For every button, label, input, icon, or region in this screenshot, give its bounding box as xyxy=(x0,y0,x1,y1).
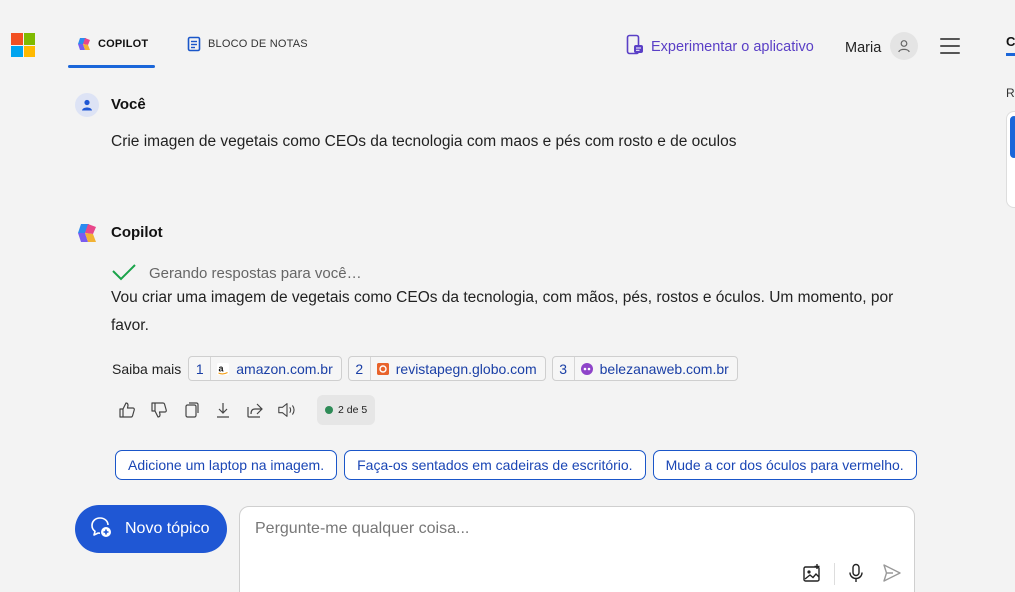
source-link-3[interactable]: 3 belezanaweb.com.br xyxy=(551,356,738,381)
menu-line xyxy=(940,45,960,47)
new-chat-icon xyxy=(89,515,113,544)
side-panel-card-accent xyxy=(1010,116,1015,158)
share-icon[interactable] xyxy=(245,396,265,424)
generation-status-text: Gerando respostas para você… xyxy=(149,264,362,282)
phone-chat-icon xyxy=(626,34,644,60)
pegn-favicon xyxy=(376,362,389,375)
tab-copilot[interactable]: COPILOT xyxy=(76,38,148,68)
source-link-2[interactable]: 2 revistapegn.globo.com xyxy=(347,356,546,381)
person-icon xyxy=(898,40,910,53)
composer-divider xyxy=(834,563,835,585)
microsoft-logo[interactable] xyxy=(11,33,35,57)
copilot-message-text: Vou criar uma imagem de vegetais como CE… xyxy=(111,289,894,334)
side-panel-tab[interactable]: C xyxy=(1006,34,1015,49)
source-domain: amazon.com.br xyxy=(236,360,333,377)
generation-status: Gerando respostas para você… xyxy=(111,260,362,286)
tab-notebook[interactable]: BLOCO DE NOTAS xyxy=(186,36,308,68)
suggestion-chips: Adicione um laptop na imagem. Faça-os se… xyxy=(115,450,917,480)
suggestion-chip[interactable]: Adicione um laptop na imagem. xyxy=(115,450,338,480)
microphone-icon[interactable] xyxy=(845,562,867,584)
side-panel-tab-indicator xyxy=(1006,53,1015,56)
source-domain: revistapegn.globo.com xyxy=(395,360,537,377)
copilot-icon xyxy=(76,36,92,52)
side-panel-subtitle: R xyxy=(1006,86,1015,100)
tab-copilot-label: COPILOT xyxy=(98,38,149,50)
user-avatar xyxy=(75,93,99,117)
chat-input[interactable] xyxy=(255,520,815,546)
new-topic-button[interactable]: Novo tópico xyxy=(75,505,227,553)
user-message-text: Crie imagen de vegetais como CEOs da tec… xyxy=(111,133,737,150)
try-app-link[interactable]: Experimentar o aplicativo xyxy=(626,34,814,60)
thumbs-down-icon[interactable] xyxy=(149,396,169,424)
amazon-favicon: a xyxy=(217,362,230,375)
suggestion-chip[interactable]: Faça-os sentados em cadeiras de escritór… xyxy=(344,450,646,480)
menu-line xyxy=(940,52,960,54)
chat-composer xyxy=(239,506,915,592)
try-app-label: Experimentar o aplicativo xyxy=(651,39,814,55)
source-number: 1 xyxy=(189,357,212,380)
tab-notebook-label: BLOCO DE NOTAS xyxy=(208,38,308,50)
status-dot xyxy=(325,406,333,414)
learn-more-sources: Saiba mais 1 a amazon.com.br 2 revistape… xyxy=(112,356,738,381)
logo-square-red xyxy=(11,33,23,45)
page-indicator-text: 2 de 5 xyxy=(338,404,368,416)
speaker-icon[interactable] xyxy=(277,396,297,424)
logo-square-blue xyxy=(11,45,23,57)
thumbs-up-icon[interactable] xyxy=(117,396,137,424)
logo-square-green xyxy=(23,33,35,45)
copilot-message-author: Copilot xyxy=(111,224,163,241)
copilot-avatar-icon xyxy=(75,221,99,245)
source-number: 3 xyxy=(553,357,575,380)
logo-square-yellow xyxy=(23,45,35,57)
hamburger-menu-icon[interactable] xyxy=(940,38,960,54)
top-bar: COPILOT BLOCO DE NOTAS Experimentar o ap… xyxy=(0,0,1015,90)
send-icon[interactable] xyxy=(881,562,903,584)
copy-icon[interactable] xyxy=(181,396,201,424)
source-number: 2 xyxy=(349,357,371,380)
new-topic-label: Novo tópico xyxy=(125,520,210,537)
source-link-1[interactable]: 1 a amazon.com.br xyxy=(188,356,342,381)
suggestion-chip[interactable]: Mude a cor dos óculos para vermelho. xyxy=(652,450,917,480)
check-icon xyxy=(111,260,137,286)
menu-line xyxy=(940,38,960,40)
avatar[interactable] xyxy=(890,32,918,60)
active-tab-indicator xyxy=(68,65,155,68)
source-domain: belezanaweb.com.br xyxy=(599,360,729,377)
user-message-author: Você xyxy=(111,96,146,113)
user-name[interactable]: Maria xyxy=(845,40,881,56)
belezanaweb-favicon xyxy=(580,362,593,375)
message-actions: 2 de 5 xyxy=(117,395,376,425)
notebook-icon xyxy=(186,36,202,52)
learn-more-label: Saiba mais xyxy=(112,360,182,377)
image-upload-icon[interactable] xyxy=(801,562,823,584)
person-icon xyxy=(82,99,92,111)
svg-text:a: a xyxy=(219,363,225,373)
download-icon[interactable] xyxy=(213,396,233,424)
page-indicator-badge: 2 de 5 xyxy=(317,395,376,425)
